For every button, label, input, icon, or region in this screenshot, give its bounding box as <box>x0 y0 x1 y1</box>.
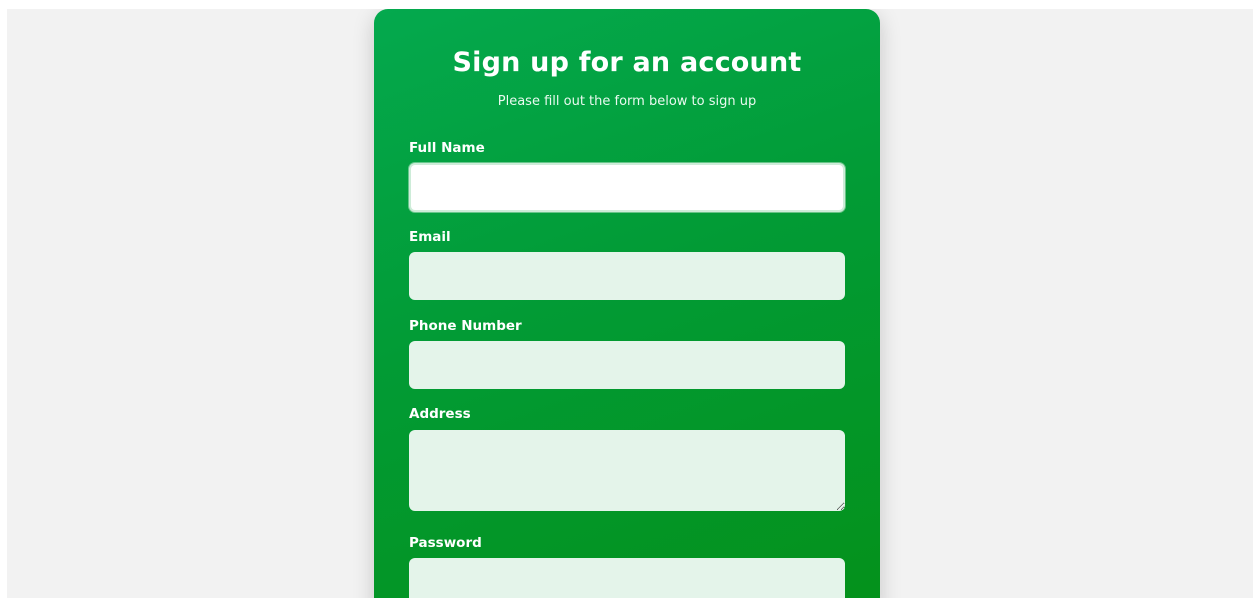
full-name-label: Full Name <box>409 140 485 156</box>
form-subtitle: Please fill out the form below to sign u… <box>497 94 757 109</box>
address-label: Address <box>409 406 471 422</box>
email-label: Email <box>409 229 451 245</box>
email-input[interactable] <box>409 252 845 300</box>
password-label: Password <box>409 535 482 551</box>
form-title: Sign up for an account <box>452 47 802 78</box>
phone-number-input[interactable] <box>409 341 845 389</box>
address-textarea[interactable] <box>409 430 845 511</box>
page-background: Sign up for an account Please fill out t… <box>7 9 1253 598</box>
signup-card: Sign up for an account Please fill out t… <box>374 9 880 598</box>
phone-number-label: Phone Number <box>409 318 522 334</box>
password-input[interactable] <box>409 558 845 598</box>
full-name-input[interactable] <box>409 163 845 212</box>
